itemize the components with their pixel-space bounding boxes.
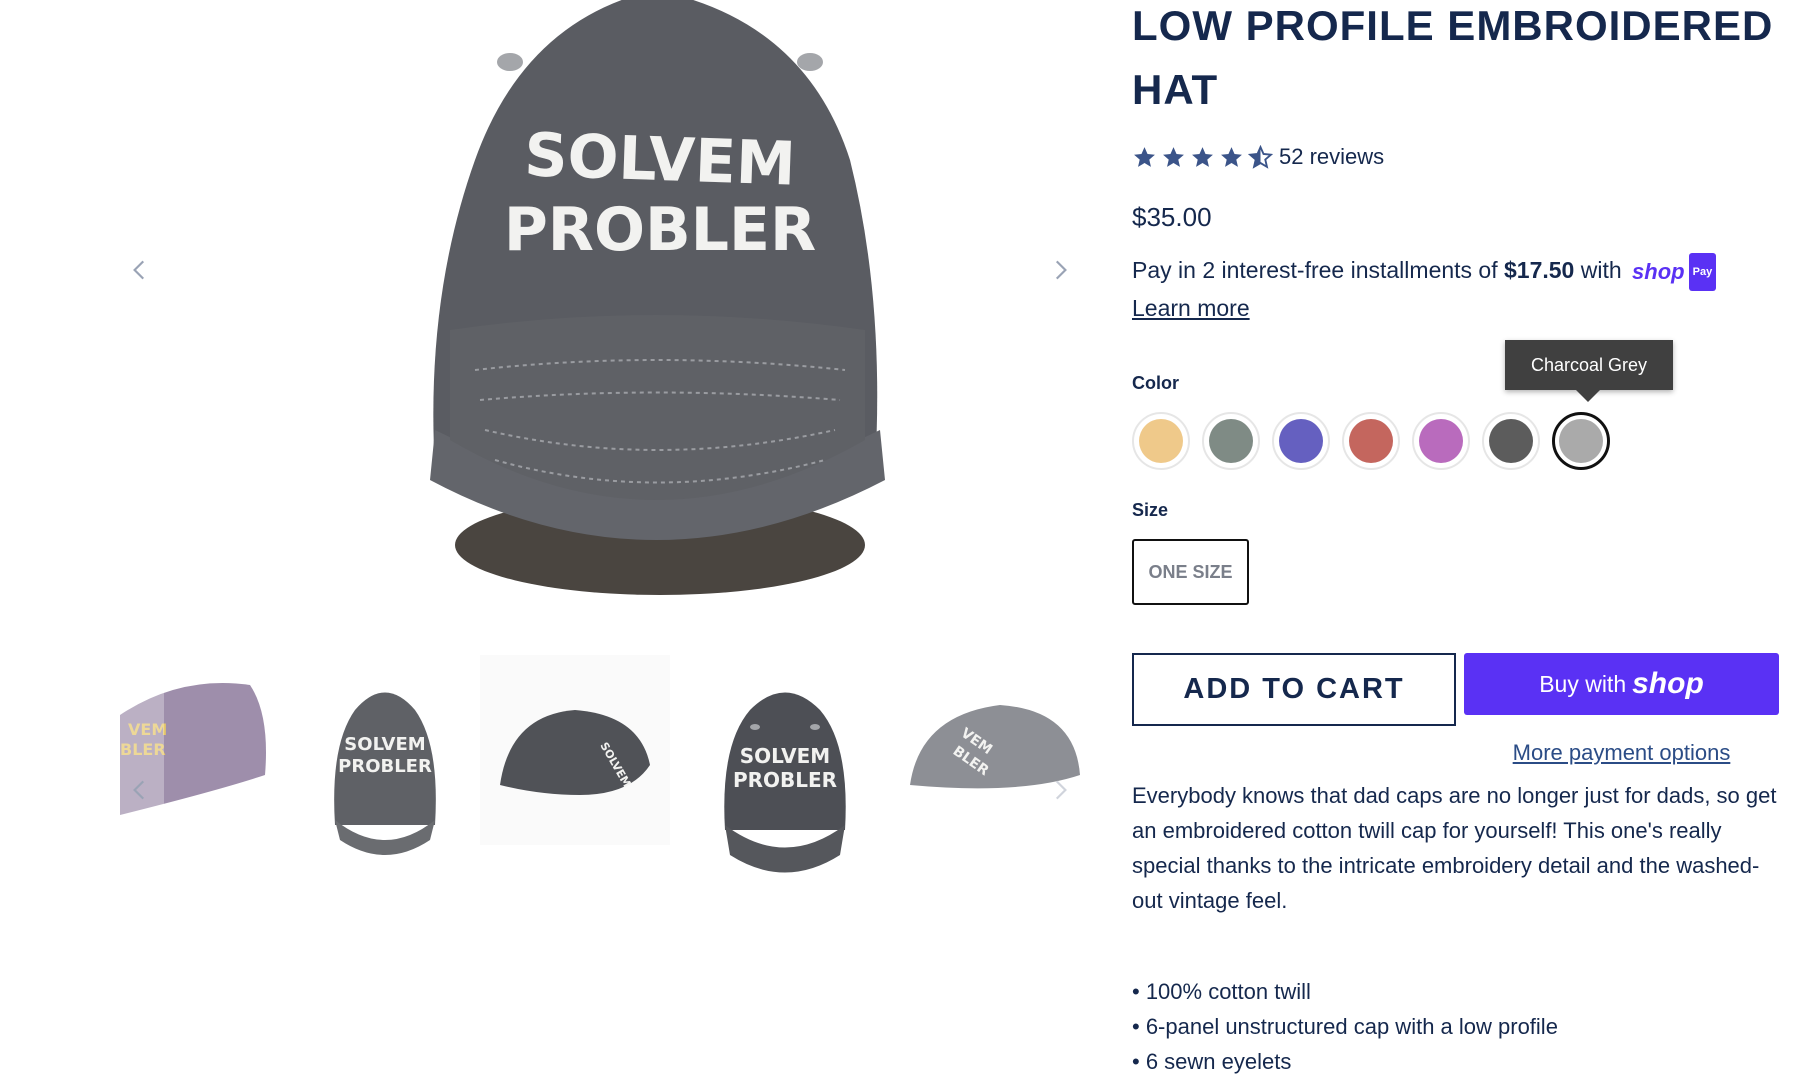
more-payment-options-link[interactable]: More payment options [1464,740,1779,766]
product-description: Everybody knows that dad caps are no lon… [1132,783,1777,913]
thumbnail-front-hat[interactable]: SOLVEM PROBLER [290,655,480,905]
color-swatch-dot [1209,419,1253,463]
learn-more-link[interactable]: Learn more [1132,295,1250,321]
color-swatch-dot [1559,419,1603,463]
feature-item: • 100% cotton twill [1132,979,1311,1004]
star-half-icon [1248,144,1273,169]
size-option-one-size[interactable]: ONE SIZE [1132,539,1249,605]
color-swatch-dot [1419,419,1463,463]
shop-logo-icon: shop [1632,667,1704,700]
thumbnail-strip: VEM BLER SOLVEM PROBLER SOLVEM SOLVEM PR… [120,655,1090,905]
rating-stars [1132,144,1273,170]
product-title: LOW PROFILE EMBROIDERED HAT [1132,2,1774,113]
thumbnail-front-hat-active[interactable]: SOLVEM PROBLER [690,655,880,905]
color-swatch[interactable] [1552,412,1610,470]
color-swatch-dot [1139,419,1183,463]
thumb-embroidery-line1: SOLVEM [344,734,425,755]
feature-item: • 6-panel unstructured cap with a low pr… [1132,1014,1558,1039]
shop-pay-logo-icon: shop Pay [1632,253,1717,291]
product-info: LOW PROFILE EMBROIDERED HAT 52 reviews $… [1132,0,1792,1076]
chevron-left-icon [133,780,145,800]
buy-with-shop-button[interactable]: Buy with shop [1464,653,1779,715]
shop-pay-installments: Pay in 2 interest-free installments of $… [1132,253,1792,325]
installments-suffix: with [1574,257,1629,284]
main-product-image[interactable]: SOLVEM PROBLER [355,0,975,600]
hat-embroidery-line1: SOLVEM [523,120,797,199]
color-swatch-dot [1349,419,1393,463]
chevron-left-icon [133,260,145,280]
feature-list: • 100% cotton twill • 6-panel unstructure… [1132,974,1792,1076]
thumbnail-prev-arrow[interactable] [120,770,160,810]
gallery-next-arrow[interactable] [1040,250,1080,290]
feature-item: • 6 sewn eyelets [1132,1049,1292,1074]
color-swatch-dot [1279,419,1323,463]
color-label: Color [1132,373,1179,393]
star-icon [1221,146,1242,167]
hat-embroidery-line2: PROBLER [504,195,816,265]
color-swatch[interactable] [1272,412,1330,470]
color-tooltip: Charcoal Grey [1505,340,1674,402]
star-icon [1134,146,1155,167]
thumb-embroidery-line1: SOLVEM [740,744,830,768]
color-swatches: Charcoal Grey [1132,340,1792,470]
thumbnail-side-hat[interactable]: SOLVEM [480,655,670,905]
color-swatch[interactable] [1482,412,1540,470]
product-price: $35.00 [1132,202,1212,232]
color-swatch[interactable] [1132,412,1190,470]
review-count[interactable]: 52 reviews [1279,144,1384,170]
gallery-prev-arrow[interactable] [120,250,160,290]
chevron-right-icon [1055,260,1067,280]
thumb-embroidery-line2: PROBLER [733,768,837,792]
product-gallery: SOLVEM PROBLER VEM BLER SOLVEM PROBLER S… [120,0,1090,905]
installment-amount: $17.50 [1504,257,1575,284]
buy-with-label: Buy with [1539,670,1627,697]
star-icon [1192,146,1213,167]
size-label: Size [1132,500,1169,520]
purchase-buttons: ADD TO CART Buy with shop [1132,653,1792,726]
thumbnail-next-arrow[interactable] [1040,770,1080,810]
color-swatch[interactable] [1412,412,1470,470]
color-swatch[interactable] [1342,412,1400,470]
installments-prefix: Pay in 2 interest-free installments of [1132,257,1504,284]
product-rating[interactable]: 52 reviews [1132,142,1792,172]
chevron-right-icon [1055,780,1067,800]
thumb-embroidery-line2: PROBLER [338,756,432,777]
star-icon [1163,146,1184,167]
color-swatch[interactable] [1202,412,1260,470]
add-to-cart-button[interactable]: ADD TO CART [1132,653,1456,726]
color-swatch-dot [1489,419,1533,463]
